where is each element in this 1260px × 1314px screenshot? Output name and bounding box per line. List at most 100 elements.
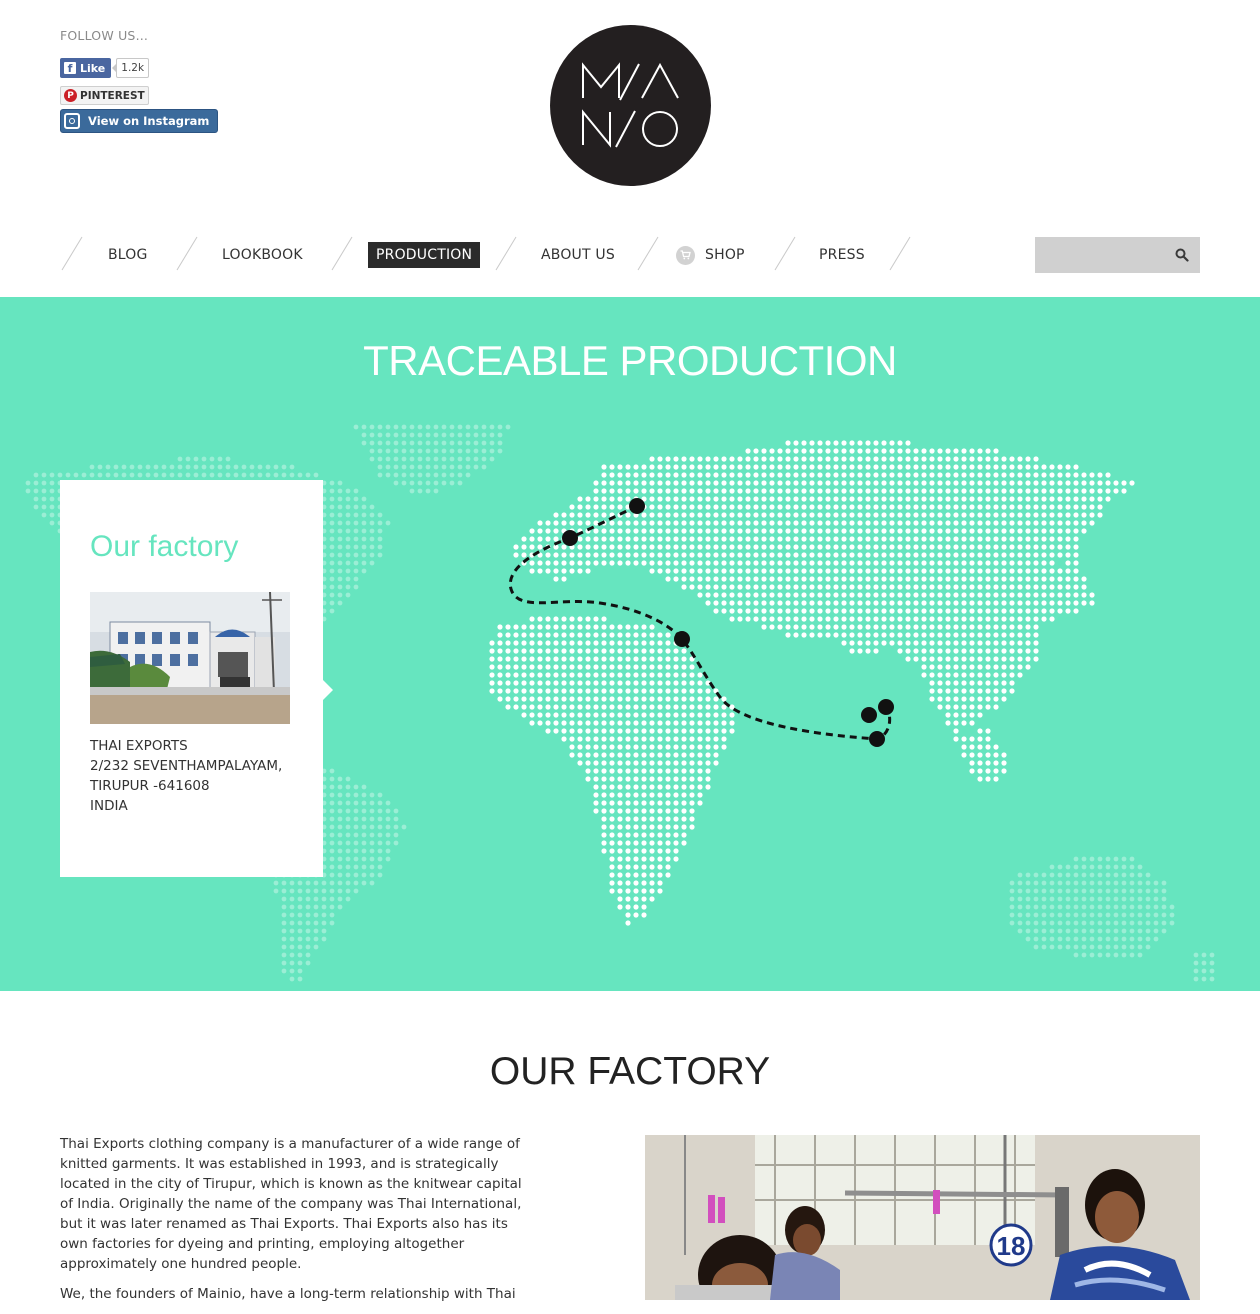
map-dot bbox=[993, 768, 999, 774]
facebook-like-button[interactable]: f Like 1.2k bbox=[60, 58, 150, 78]
map-dot bbox=[657, 472, 663, 478]
map-dot bbox=[609, 648, 615, 654]
map-dot bbox=[1137, 904, 1143, 910]
map-dot bbox=[577, 728, 583, 734]
search-icon[interactable] bbox=[1175, 248, 1189, 262]
map-dot bbox=[649, 840, 655, 846]
factory-building-photo[interactable] bbox=[90, 592, 290, 724]
map-dot bbox=[369, 560, 375, 566]
map-dot bbox=[601, 504, 607, 510]
nav-item-blog[interactable]: BLOG bbox=[108, 242, 148, 268]
map-dot bbox=[897, 648, 903, 654]
map-dot bbox=[281, 968, 287, 974]
map-dot bbox=[1121, 480, 1127, 486]
map-dot bbox=[585, 568, 591, 574]
map-dot bbox=[1041, 512, 1047, 518]
map-dot bbox=[1017, 904, 1023, 910]
map-dot bbox=[633, 824, 639, 830]
map-dot bbox=[865, 616, 871, 622]
map-dot bbox=[289, 472, 295, 478]
map-dot bbox=[337, 864, 343, 870]
map-dot bbox=[1201, 968, 1207, 974]
map-dot bbox=[793, 632, 799, 638]
map-dot bbox=[929, 584, 935, 590]
nav-item-shop[interactable]: SHOP bbox=[676, 242, 745, 268]
map-dot bbox=[353, 528, 359, 534]
map-dot bbox=[593, 672, 599, 678]
map-dot bbox=[801, 504, 807, 510]
map-dot bbox=[1057, 904, 1063, 910]
map-dot bbox=[593, 680, 599, 686]
map-dot bbox=[729, 584, 735, 590]
map-dot bbox=[1161, 896, 1167, 902]
map-dot bbox=[409, 440, 415, 446]
map-dot bbox=[761, 624, 767, 630]
map-dot bbox=[737, 480, 743, 486]
map-dot bbox=[785, 592, 791, 598]
map-dot bbox=[945, 624, 951, 630]
map-dot bbox=[1065, 480, 1071, 486]
map-dot bbox=[593, 520, 599, 526]
map-dot bbox=[921, 624, 927, 630]
map-dot bbox=[665, 712, 671, 718]
facebook-like[interactable]: f Like bbox=[60, 58, 112, 78]
map-dot bbox=[945, 528, 951, 534]
route-stop[interactable] bbox=[878, 699, 894, 715]
map-dot bbox=[369, 424, 375, 430]
map-dot bbox=[665, 504, 671, 510]
pinterest-button[interactable]: P PINTEREST bbox=[60, 86, 149, 105]
map-dot bbox=[337, 904, 343, 910]
map-dot bbox=[585, 752, 591, 758]
map-dot bbox=[849, 520, 855, 526]
map-dot bbox=[673, 760, 679, 766]
map-dot bbox=[993, 584, 999, 590]
map-dot bbox=[705, 576, 711, 582]
map-dot bbox=[985, 656, 991, 662]
nav-item-production[interactable]: PRODUCTION bbox=[368, 242, 481, 268]
nav-item-about-us[interactable]: ABOUT US bbox=[541, 242, 615, 268]
search-input[interactable] bbox=[1035, 237, 1200, 273]
map-dot bbox=[641, 696, 647, 702]
map-dot bbox=[673, 784, 679, 790]
map-dot bbox=[1025, 608, 1031, 614]
map-dot bbox=[969, 640, 975, 646]
map-dot bbox=[961, 640, 967, 646]
map-dot bbox=[833, 624, 839, 630]
map-dot bbox=[793, 552, 799, 558]
map-dot bbox=[857, 584, 863, 590]
map-dot bbox=[681, 656, 687, 662]
map-dot bbox=[745, 456, 751, 462]
map-dot bbox=[537, 528, 543, 534]
map-dot bbox=[897, 576, 903, 582]
nav-item-press[interactable]: PRESS bbox=[819, 242, 865, 268]
map-dot bbox=[801, 592, 807, 598]
map-dot bbox=[1073, 552, 1079, 558]
map-dot bbox=[889, 560, 895, 566]
map-dot bbox=[929, 448, 935, 454]
map-dot bbox=[929, 592, 935, 598]
mainio-logo[interactable] bbox=[550, 25, 711, 186]
map-dot bbox=[817, 520, 823, 526]
map-dot bbox=[817, 560, 823, 566]
map-dot bbox=[657, 760, 663, 766]
map-dot bbox=[1065, 888, 1071, 894]
instagram-button[interactable]: View on Instagram bbox=[60, 109, 219, 133]
route-stop[interactable] bbox=[629, 498, 645, 514]
map-dot bbox=[425, 432, 431, 438]
map-dot bbox=[961, 608, 967, 614]
map-dot bbox=[369, 504, 375, 510]
map-dot bbox=[617, 888, 623, 894]
map-dot bbox=[1129, 856, 1135, 862]
map-dot bbox=[577, 648, 583, 654]
route-stop[interactable] bbox=[861, 707, 877, 723]
factory-workers-photo[interactable]: 18 bbox=[645, 1135, 1200, 1300]
map-dot bbox=[713, 464, 719, 470]
nav-item-lookbook[interactable]: LOOKBOOK bbox=[222, 242, 303, 268]
route-stop[interactable] bbox=[562, 530, 578, 546]
route-stop[interactable] bbox=[869, 731, 885, 747]
route-stop[interactable] bbox=[674, 631, 690, 647]
map-dot bbox=[665, 680, 671, 686]
map-dot bbox=[1049, 608, 1055, 614]
map-dot bbox=[977, 488, 983, 494]
map-dot bbox=[857, 512, 863, 518]
